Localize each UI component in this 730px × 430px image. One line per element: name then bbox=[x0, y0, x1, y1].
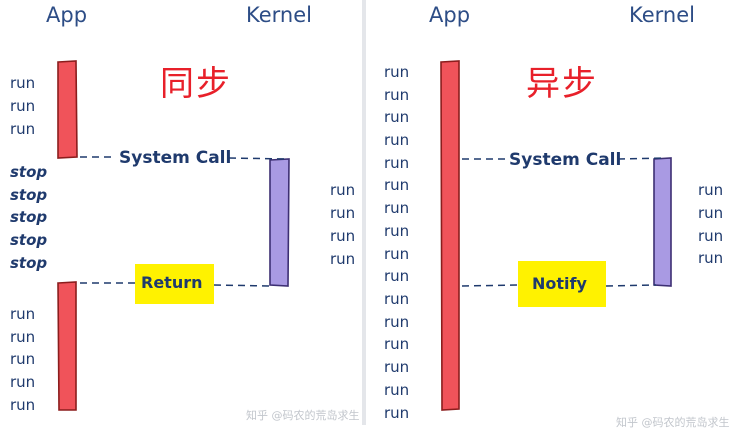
return-dash-right bbox=[213, 284, 271, 287]
app-state-word: run bbox=[384, 222, 410, 240]
app-state-word: run bbox=[384, 404, 410, 422]
app-bar-top bbox=[57, 60, 78, 159]
kernel-state-word: run bbox=[330, 181, 356, 199]
kernel-state-word: run bbox=[698, 204, 724, 222]
app-state-word: run bbox=[384, 313, 410, 331]
app-bar bbox=[440, 60, 460, 411]
async-diagram-lines bbox=[440, 60, 672, 411]
async-panel: App Kernel 异步 run run run run run run ru… bbox=[366, 0, 730, 429]
system-call-label: System Call bbox=[509, 150, 622, 170]
notify-dash-left bbox=[461, 284, 519, 287]
system-call-label: System Call bbox=[119, 148, 232, 168]
app-state-word: run bbox=[10, 97, 36, 115]
app-state-word: run bbox=[384, 245, 410, 263]
return-label: Return bbox=[141, 273, 203, 292]
kernel-state-word: run bbox=[330, 204, 356, 222]
app-state-word: run bbox=[384, 108, 410, 126]
app-state-word: run bbox=[384, 267, 410, 285]
app-state-word: stop bbox=[10, 254, 48, 272]
app-state-word: run bbox=[384, 381, 410, 399]
watermark: 知乎 @码农的荒岛求生 bbox=[616, 416, 730, 429]
app-state-word: run bbox=[384, 63, 410, 81]
app-state-word: run bbox=[10, 120, 36, 138]
app-state-word: stop bbox=[10, 208, 48, 226]
kernel-bar bbox=[653, 157, 672, 287]
kernel-state-word: run bbox=[698, 249, 724, 267]
notify-label: Notify bbox=[532, 274, 587, 293]
app-state-word: run bbox=[384, 154, 410, 172]
app-state-word: run bbox=[10, 373, 36, 391]
sync-diagram-lines bbox=[57, 60, 290, 411]
kernel-state-word: run bbox=[698, 227, 724, 245]
kernel-bar bbox=[269, 158, 290, 287]
app-state-word: run bbox=[384, 358, 410, 376]
sync-panel: App Kernel 同步 run run run stop stop stop… bbox=[0, 0, 362, 425]
kernel-state-word: run bbox=[330, 227, 356, 245]
app-state-word: run bbox=[384, 290, 410, 308]
app-state-word: run bbox=[10, 74, 36, 92]
app-state-word: run bbox=[384, 86, 410, 104]
return-highlight: Return bbox=[135, 264, 214, 304]
system-call-dash-right bbox=[228, 157, 289, 160]
kernel-state-word: run bbox=[330, 250, 356, 268]
app-state-word: run bbox=[10, 350, 36, 368]
app-state-word: run bbox=[10, 328, 36, 346]
app-bar-bottom bbox=[57, 281, 77, 411]
app-state-word: run bbox=[384, 131, 410, 149]
system-call-dash-right bbox=[617, 157, 667, 160]
app-state-word: run bbox=[384, 199, 410, 217]
app-state-word: run bbox=[384, 176, 410, 194]
app-state-word: run bbox=[10, 305, 36, 323]
app-state-word: stop bbox=[10, 186, 48, 204]
app-state-word: run bbox=[10, 396, 36, 414]
watermark: 知乎 @码农的荒岛求生 bbox=[246, 409, 360, 422]
app-state-word: run bbox=[384, 335, 410, 353]
notify-highlight: Notify bbox=[518, 261, 606, 307]
app-state-word: stop bbox=[10, 231, 48, 249]
notify-dash-right bbox=[605, 284, 657, 287]
kernel-state-word: run bbox=[698, 181, 724, 199]
app-state-word: stop bbox=[10, 163, 48, 181]
